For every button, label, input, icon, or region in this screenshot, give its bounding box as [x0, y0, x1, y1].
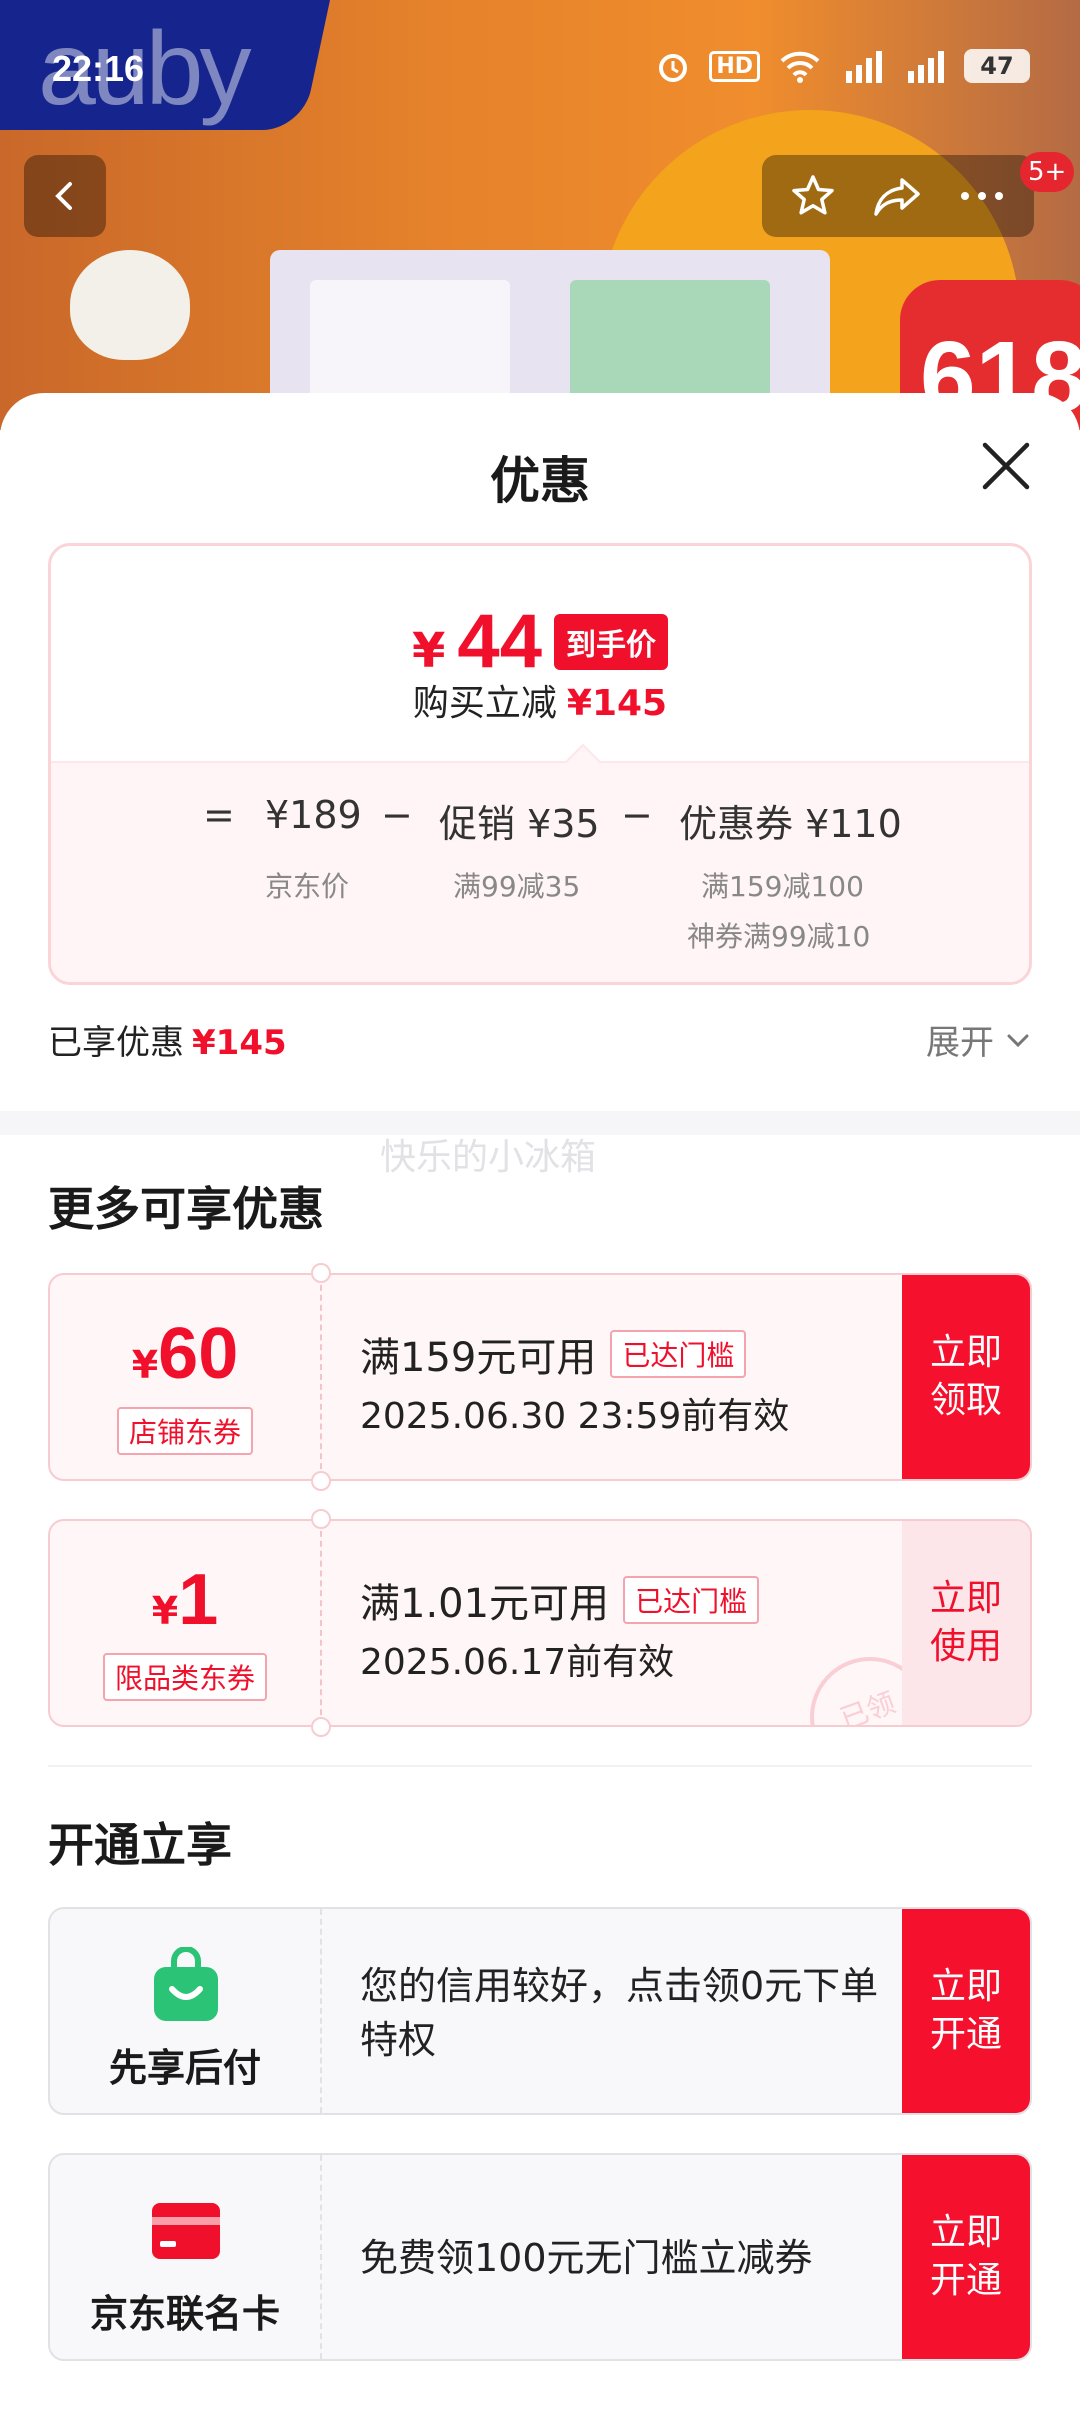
coupon-card: ¥60 店铺东券 满159元可用 已达门槛 2025.06.30 23:59前有…: [48, 1273, 1032, 1481]
service-brand: 京东联名卡: [50, 2155, 322, 2359]
service-card-pay-later: 先享后付 您的信用较好，点击领0元下单特权 立即开通: [48, 1907, 1032, 2115]
price-breakdown-card: ¥ 44 到手价 购买立减 ¥145 = ¥189 − 促销 ¥35 − 优惠券 …: [48, 543, 1032, 985]
coupon-sub-2: 神券满99减10: [687, 920, 871, 953]
share-icon[interactable]: [872, 172, 922, 220]
notification-badge: 5+: [1020, 152, 1075, 192]
coupon-currency: ¥: [131, 1343, 159, 1387]
chevron-left-icon: [55, 182, 72, 210]
hd-icon: HD: [709, 50, 760, 82]
activate-pay-later-button[interactable]: 立即开通: [902, 1909, 1030, 2113]
promo-sub: 满99减35: [453, 870, 581, 903]
coupon-amount: 1: [178, 1560, 219, 1640]
coupon-condition-text: 满1.01元可用: [360, 1581, 610, 1627]
final-price-section: ¥ 44 到手价 购买立减 ¥145: [51, 546, 1029, 761]
signal-5g-icon-2: [908, 51, 944, 83]
more-icon[interactable]: [957, 186, 1007, 206]
enjoyed-discount: 已享优惠 ¥145: [48, 1015, 287, 1064]
save-label: 购买立减: [412, 683, 557, 724]
coupon-type: 店铺东券: [116, 1407, 254, 1455]
chevron-down-icon: [1007, 1034, 1029, 1047]
formula-minus-2: −: [621, 793, 653, 837]
status-icons: HD 47: [655, 48, 1030, 84]
service-name: 先享后付: [108, 2046, 261, 2090]
battery-indicator: 47: [964, 49, 1030, 83]
coupon-sub-1: 满159减100: [701, 870, 864, 903]
final-price: 44: [457, 599, 542, 684]
expand-button[interactable]: 展开: [926, 1015, 1032, 1064]
coupon-value: ¥1 限品类东券: [50, 1521, 322, 1725]
threshold-reached-badge: 已达门槛: [610, 1330, 747, 1378]
back-button[interactable]: [24, 155, 106, 237]
coupon-card: ¥1 限品类东券 满1.01元可用 已达门槛 2025.06.17前有效 已领 …: [48, 1519, 1032, 1727]
more-discounts-title: 更多可享优惠: [48, 1182, 324, 1236]
divider: [48, 1765, 1032, 1767]
coupon-validity: 2025.06.30 23:59前有效: [360, 1396, 790, 1437]
coupon-condition: 满1.01元可用 已达门槛: [360, 1571, 760, 1629]
activate-cobrand-card-button[interactable]: 立即开通: [902, 2155, 1030, 2359]
coupon-value: ¥60 店铺东券: [50, 1275, 322, 1479]
final-price-tag: 到手价: [553, 613, 668, 670]
formula-equals: =: [203, 793, 235, 837]
service-brand: 先享后付: [50, 1909, 322, 2113]
service-card-cobrand-card: 京东联名卡 免费领100元无门槛立减券 立即开通: [48, 2153, 1032, 2361]
alarm-icon: [659, 54, 688, 82]
use-coupon-label: 立即使用: [929, 1578, 1002, 1667]
expand-label: 展开: [926, 1023, 994, 1063]
close-button[interactable]: [975, 435, 1037, 497]
use-coupon-button[interactable]: 立即使用: [902, 1521, 1030, 1725]
coupon-condition-text: 满159元可用: [360, 1335, 597, 1381]
jd-price-label: 京东价: [265, 870, 350, 903]
wifi-icon: [780, 51, 820, 83]
formula-minus: −: [381, 793, 413, 837]
shopping-bag-icon: [154, 1947, 218, 2021]
watermark: 快乐的小冰箱: [380, 1137, 597, 1178]
status-time: 22:16: [52, 48, 145, 89]
discount-sheet: 优惠 ¥ 44 到手价 购买立减 ¥145 = ¥189 − 促销 ¥35 − 优…: [0, 393, 1080, 2412]
claim-coupon-label: 立即领取: [929, 1332, 1002, 1421]
service-description: 免费领100元无门槛立减券: [360, 2236, 813, 2280]
coupon-condition: 满159元可用 已达门槛: [360, 1325, 747, 1383]
claim-coupon-button[interactable]: 立即领取: [902, 1275, 1030, 1479]
coupon-amount: 60: [158, 1314, 239, 1394]
threshold-reached-badge: 已达门槛: [623, 1576, 760, 1624]
close-icon: [982, 442, 1030, 490]
price-formula: = ¥189 − 促销 ¥35 − 优惠券 ¥110 京东价 满99减35 满1…: [51, 743, 1029, 982]
jd-price: ¥189: [265, 793, 362, 837]
price-currency: ¥: [412, 622, 446, 679]
status-bar: 22:16 HD 47: [0, 0, 1080, 130]
enjoyed-amount: ¥145: [192, 1023, 287, 1063]
coupon-type: 限品类东券: [102, 1653, 268, 1701]
promo-discount: 促销 ¥35: [439, 802, 600, 846]
toy-figure: [70, 250, 190, 360]
signal-5g-icon: [846, 51, 882, 83]
coupon-validity: 2025.06.17前有效: [360, 1642, 675, 1683]
instant-save-line: 购买立减 ¥145: [51, 674, 1029, 726]
activate-label: 立即开通: [929, 1966, 1002, 2055]
save-amount: ¥145: [566, 683, 668, 724]
coupon-currency: ¥: [151, 1589, 179, 1633]
open-benefits-title: 开通立享: [48, 1818, 232, 1872]
coupon-discount: 优惠券 ¥110: [679, 802, 902, 846]
service-name: 京东联名卡: [89, 2292, 280, 2336]
enjoyed-label: 已享优惠: [48, 1023, 184, 1063]
service-description: 您的信用较好，点击领0元下单特权: [360, 1964, 879, 2062]
credit-card-icon: [152, 2203, 220, 2259]
sheet-title: 优惠: [490, 452, 590, 510]
favorite-star-icon[interactable]: [789, 172, 837, 220]
top-actions: [762, 155, 1034, 237]
activate-label: 立即开通: [929, 2212, 1002, 2301]
